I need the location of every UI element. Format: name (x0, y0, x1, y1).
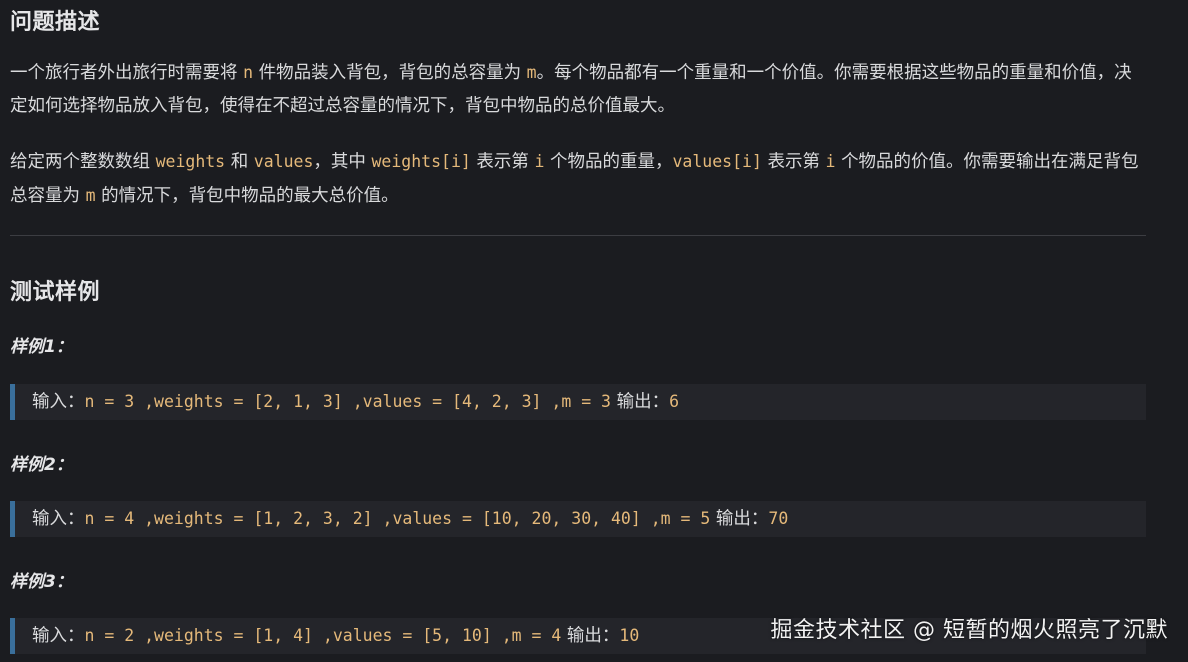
problem-paragraph-2: 给定两个整数数组 weights 和 values，其中 weights[i] … (10, 145, 1146, 213)
inline-code: i (825, 152, 836, 171)
input-label: 输入： (32, 392, 85, 412)
text: 一个旅行者外出旅行时需要将 (10, 63, 238, 83)
output-label: 输出： (616, 392, 670, 412)
output-code: 70 (768, 509, 789, 528)
sample-1-block: 输入：n = 3 ,weights = [2, 1, 3] ,values = … (10, 384, 1146, 420)
sample-2-block: 输入：n = 4 ,weights = [1, 2, 3, 2] ,values… (10, 501, 1146, 537)
inline-code: m (526, 63, 537, 82)
problem-paragraph-1: 一个旅行者外出旅行时需要将 n 件物品装入背包，背包的总容量为 m。每个物品都有… (10, 56, 1146, 123)
text: 个物品的重量， (549, 152, 673, 172)
section-title-problem: 问题描述 (10, 10, 101, 35)
inline-code: values[i] (672, 152, 762, 171)
text: 表示第 (767, 152, 820, 172)
text: ，其中 (313, 152, 366, 172)
inline-code: weights (155, 152, 226, 171)
text: 的情况下，背包中物品的最大总价值。 (101, 186, 399, 206)
output-label: 输出： (566, 626, 620, 646)
sample-2-label: 样例2： (10, 455, 73, 475)
article-page: 问题描述 一个旅行者外出旅行时需要将 n 件物品装入背包，背包的总容量为 m。每… (0, 0, 1188, 662)
text: 和 (230, 152, 249, 172)
text: 件物品装入背包，背包的总容量为 (258, 63, 522, 83)
input-label: 输入： (32, 626, 85, 646)
output-code: 10 (619, 626, 640, 645)
sample-3-label: 样例3： (10, 572, 73, 592)
inline-code: values (253, 152, 314, 171)
input-code: n = 3 ,weights = [2, 1, 3] ,values = [4,… (84, 392, 612, 411)
input-label: 输入： (32, 509, 85, 529)
inline-code: i (534, 152, 545, 171)
inline-code: m (85, 186, 96, 205)
inline-code: n (243, 63, 254, 82)
input-code: n = 4 ,weights = [1, 2, 3, 2] ,values = … (84, 509, 711, 528)
sample-1-label: 样例1： (10, 337, 73, 357)
text: 给定两个整数数组 (10, 152, 150, 172)
text: 表示第 (476, 152, 529, 172)
watermark: 掘金技术社区 @ 短暂的烟火照亮了沉默 (770, 618, 1168, 643)
input-code: n = 2 ,weights = [1, 4] ,values = [5, 10… (84, 626, 562, 645)
section-divider (10, 235, 1146, 236)
output-code: 6 (669, 392, 680, 411)
inline-code: weights[i] (371, 152, 471, 171)
output-label: 输出： (715, 509, 769, 529)
section-title-test-cases: 测试样例 (10, 280, 101, 305)
scrollbar-track[interactable] (1176, 0, 1188, 662)
